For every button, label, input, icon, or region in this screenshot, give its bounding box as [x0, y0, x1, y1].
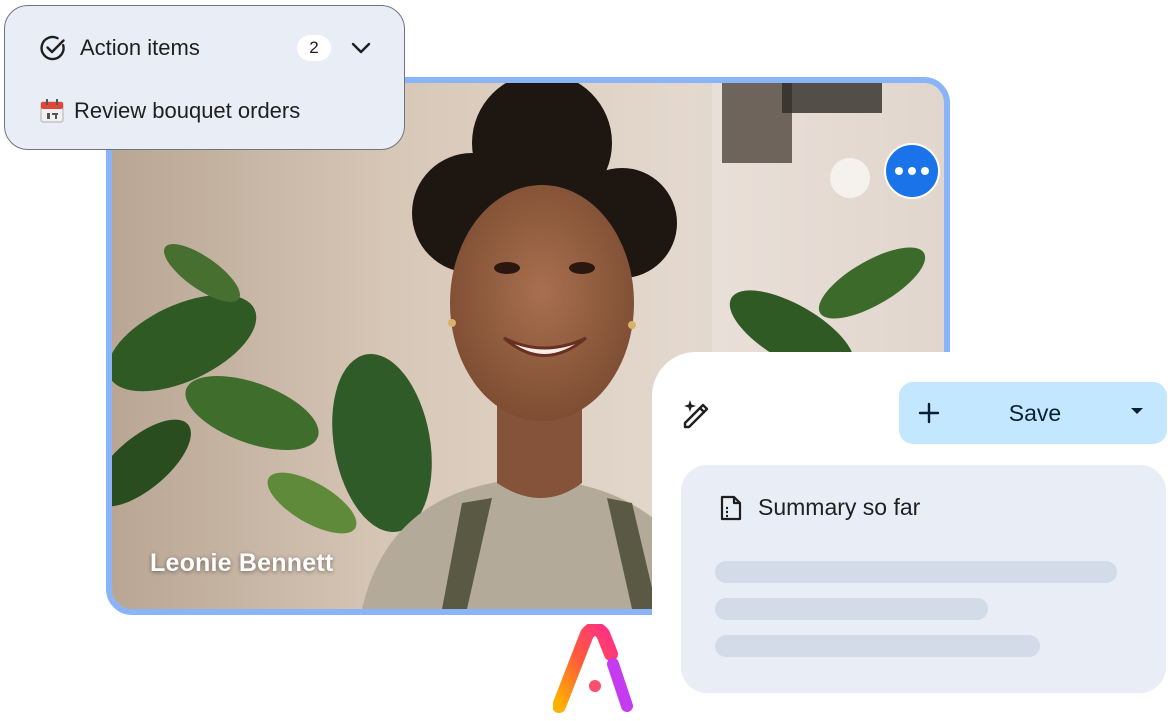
action-items-count-badge: 2 [297, 35, 331, 61]
summary-placeholder-line [715, 635, 1040, 657]
more-dot [908, 167, 916, 175]
action-item-label: Review bouquet orders [74, 98, 301, 123]
magic-pen-icon[interactable] [680, 396, 716, 432]
summary-panel: Save Summary so far [652, 352, 1172, 721]
action-items-header[interactable]: Action items 2 [39, 33, 373, 63]
meeting-stage: Leonie Bennett Action items 2 Review bou… [0, 0, 1172, 721]
summary-placeholder-line [715, 598, 988, 620]
more-options-button[interactable] [884, 143, 940, 199]
more-dot [895, 167, 903, 175]
more-dot [921, 167, 929, 175]
calendar-icon [40, 99, 64, 123]
summary-title-row: Summary so far [719, 494, 920, 521]
document-icon [720, 495, 742, 520]
save-button[interactable]: Save [899, 382, 1167, 444]
check-circle-icon [40, 35, 65, 61]
summary-card: Summary so far [681, 465, 1166, 693]
action-item[interactable]: Review bouquet orders [39, 98, 300, 124]
action-items-title: Action items [80, 35, 200, 60]
summary-title: Summary so far [758, 494, 921, 520]
action-items-card: Action items 2 Review bouquet orders [4, 5, 405, 150]
dropdown-arrow-icon[interactable] [1131, 408, 1143, 414]
brand-logo [553, 624, 641, 713]
summary-placeholder-line [715, 561, 1117, 583]
chevron-down-icon[interactable] [349, 36, 373, 60]
participant-name-label: Leonie Bennett [150, 549, 334, 577]
